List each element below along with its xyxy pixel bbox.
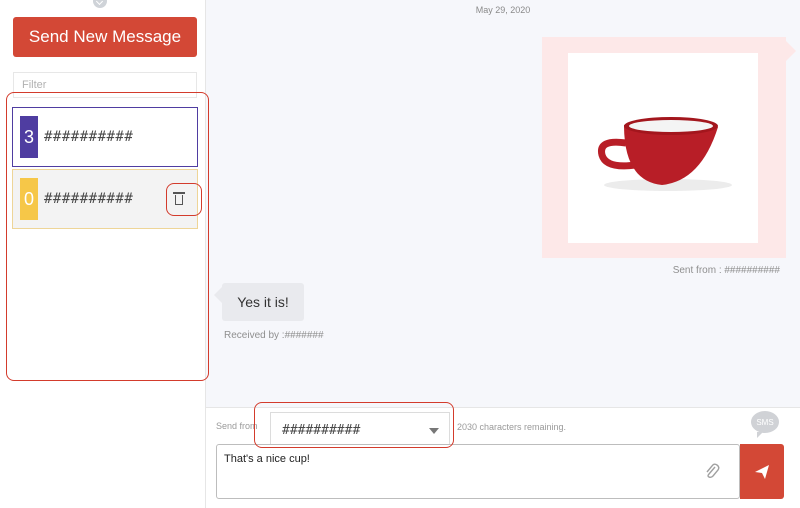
sms-bubble-icon: SMS (751, 411, 779, 438)
received-by-label: Received by :####### (224, 330, 324, 341)
sidebar: Send New Message 3 ########## 0 ########… (0, 0, 206, 508)
send-from-selected-value: ########## (282, 422, 361, 438)
contact-name: ########## (44, 129, 134, 145)
filter-input[interactable] (13, 72, 197, 98)
send-new-message-button[interactable]: Send New Message (13, 17, 197, 57)
sent-message-bubble (542, 37, 796, 258)
paper-plane-icon (755, 464, 769, 479)
message-input[interactable] (216, 444, 740, 499)
send-from-select[interactable]: ########## (270, 412, 450, 448)
contact-item[interactable]: 0 ########## (12, 169, 198, 229)
characters-remaining: 2030 characters remaining. (457, 422, 567, 432)
conversation-pane: May 29, 2020 Sent from : ########## Yes … (206, 0, 800, 407)
unread-count-badge: 3 (20, 116, 38, 158)
conversation-date: May 29, 2020 (475, 5, 531, 15)
unread-count-badge: 0 (20, 178, 38, 220)
chevron-down-icon (429, 428, 439, 434)
arrow-circle-down-icon[interactable] (93, 0, 107, 8)
contact-list: 3 ########## 0 ########## (12, 107, 198, 231)
message-composer: Send from ########## 2030 characters rem… (206, 407, 800, 508)
trash-icon[interactable] (171, 190, 187, 208)
send-from-label: Send from (216, 421, 258, 431)
contact-item[interactable]: 3 ########## (12, 107, 198, 167)
send-button[interactable] (740, 444, 784, 499)
cup-image[interactable] (568, 53, 758, 243)
paperclip-icon[interactable] (704, 463, 720, 481)
received-message-bubble: Yes it is! (214, 283, 304, 321)
sent-from-label: Sent from : ########## (672, 265, 780, 276)
contact-name: ########## (44, 191, 134, 207)
